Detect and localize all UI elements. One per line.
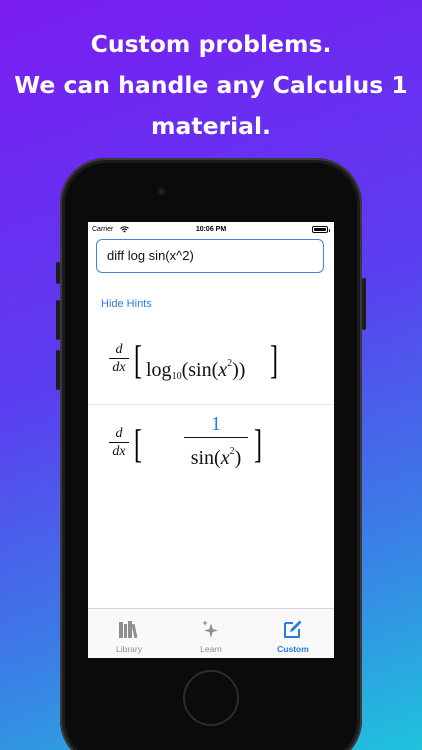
compose-icon xyxy=(284,620,302,638)
sin-text: (sin( xyxy=(181,359,219,381)
divider xyxy=(88,404,334,405)
hint-derivative-d: d xyxy=(115,426,123,441)
status-time: 10:06 PM xyxy=(195,226,227,233)
headline-line-1: Custom problems. xyxy=(90,30,332,58)
derivative-dx: dx xyxy=(112,360,126,375)
hint-sin-text: sin( xyxy=(190,447,221,469)
library-icon xyxy=(119,621,138,639)
tab-library-label: Library xyxy=(116,644,142,654)
derivative-d: d xyxy=(115,342,123,357)
battery-icon xyxy=(312,226,330,233)
volume-down-button xyxy=(56,350,60,390)
hint-close-paren: ) xyxy=(234,447,242,469)
log-text: log xyxy=(146,359,172,381)
volume-up-button xyxy=(56,300,60,340)
hint-derivative-operator: d dx xyxy=(108,426,130,460)
expression-input[interactable]: diff log sin(x^2) xyxy=(96,239,324,273)
tab-library[interactable]: Library xyxy=(88,609,170,658)
hint-left-bracket: [ xyxy=(134,421,142,466)
tab-custom[interactable]: Custom xyxy=(252,609,334,658)
tab-custom-label: Custom xyxy=(277,644,309,654)
derivative-operator: d dx xyxy=(108,342,130,376)
hint-fraction: 1 sin(x2) xyxy=(184,412,248,471)
hide-hints-button[interactable]: Hide Hints xyxy=(101,298,152,310)
closing-parens: )) xyxy=(232,359,246,381)
hint-right-bracket: ] xyxy=(254,421,262,466)
hint-variable-x: x xyxy=(220,447,230,469)
right-bracket: ] xyxy=(270,337,278,382)
hint-denominator: sin(x2) xyxy=(184,439,248,471)
headline: Custom problems. We can handle any Calcu… xyxy=(0,24,422,147)
variable-x: x xyxy=(218,359,228,381)
sparkles-icon xyxy=(202,620,218,638)
headline-line-2: We can handle any Calculus 1 xyxy=(14,71,408,99)
tab-learn[interactable]: Learn xyxy=(170,609,252,658)
tab-bar: Library Learn Custom xyxy=(88,608,334,658)
status-bar: Carrier 10:06 PM xyxy=(88,222,334,238)
hint-numerator: 1 xyxy=(211,413,221,435)
front-camera xyxy=(157,187,166,196)
mute-switch xyxy=(56,262,60,284)
log-base: 10 xyxy=(171,371,182,382)
power-button xyxy=(362,278,366,330)
headline-line-3: material. xyxy=(150,112,271,140)
home-button[interactable] xyxy=(183,670,239,726)
app-screen: Carrier 10:06 PM diff log sin(x^2) Hide … xyxy=(88,222,334,658)
hint-derivative-dx: dx xyxy=(112,444,126,459)
tab-learn-label: Learn xyxy=(200,644,222,654)
log-expression: log10(sin(x2)) xyxy=(146,352,245,389)
left-bracket: [ xyxy=(134,337,142,382)
